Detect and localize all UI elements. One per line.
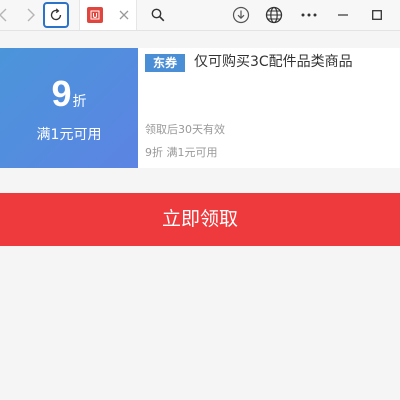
shop-icon — [90, 10, 100, 20]
coupon-type-tag: 东券 — [145, 54, 185, 72]
claim-button[interactable]: 立即领取 — [0, 193, 400, 246]
back-button[interactable] — [0, 0, 12, 30]
download-icon — [232, 6, 250, 24]
search-button[interactable] — [144, 0, 172, 30]
discount: 9折 — [0, 74, 138, 122]
coupon-rule: 9折 满1元可用 — [145, 146, 218, 159]
coupon-discount-panel: 9折 满1元可用 — [0, 48, 138, 168]
minimize-icon — [338, 14, 348, 16]
download-button[interactable] — [228, 0, 254, 30]
more-button[interactable] — [296, 0, 322, 30]
close-icon — [119, 10, 129, 20]
tab-favicon — [87, 7, 103, 23]
coupon-condition: 满1元可用 — [36, 127, 102, 143]
browser-tab[interactable] — [79, 0, 137, 30]
forward-button[interactable] — [22, 0, 40, 30]
discount-value: 9 — [51, 73, 72, 114]
reload-icon — [50, 8, 62, 21]
more-icon — [301, 13, 317, 17]
reload-button[interactable] — [43, 2, 69, 28]
coupon-details: 东券 仅可购买3C配件品类商品 领取后30天有效 9折 满1元可用 — [138, 48, 400, 168]
discount-unit: 折 — [72, 94, 87, 110]
minimize-button[interactable] — [330, 0, 356, 30]
maximize-icon — [372, 10, 382, 20]
globe-icon — [265, 6, 283, 24]
maximize-button[interactable] — [364, 0, 390, 30]
search-icon — [151, 8, 165, 22]
tab-close-button[interactable] — [116, 7, 132, 23]
globe-button[interactable] — [261, 0, 287, 30]
coupon-title: 仅可购买3C配件品类商品 — [194, 54, 353, 70]
chevron-right-icon — [27, 8, 35, 22]
coupon-card: 9折 满1元可用 东券 仅可购买3C配件品类商品 领取后30天有效 9折 满1元… — [0, 48, 400, 168]
chevron-left-icon — [0, 8, 7, 22]
browser-toolbar — [0, 0, 400, 31]
coupon-validity: 领取后30天有效 — [145, 123, 225, 136]
